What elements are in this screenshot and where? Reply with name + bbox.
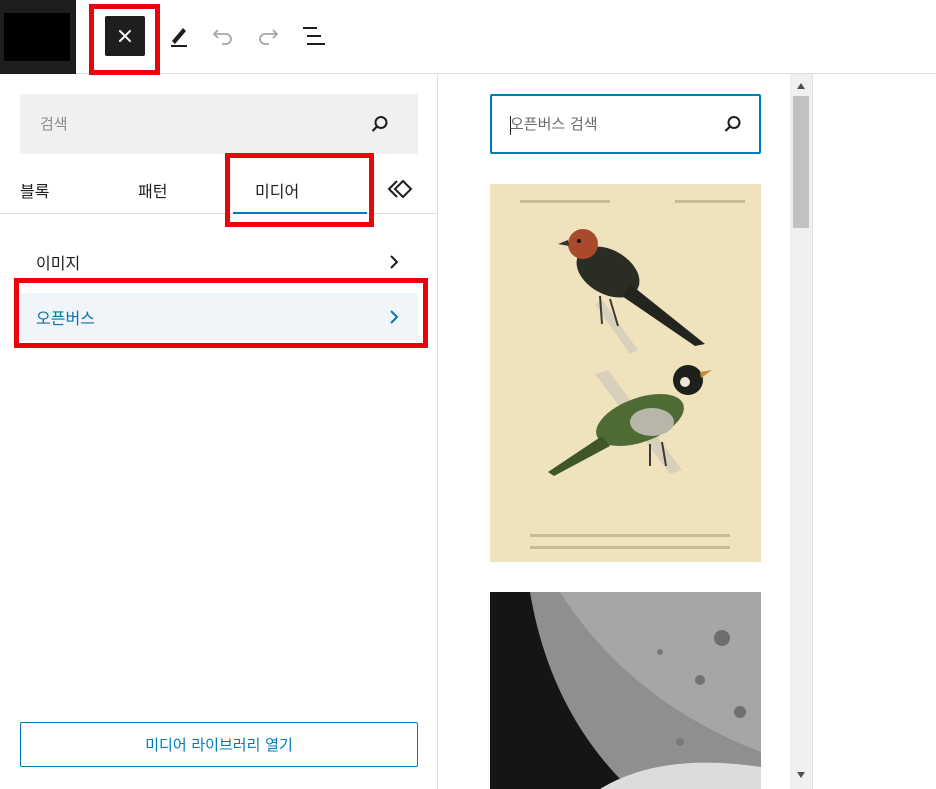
site-logo-icon [4, 13, 70, 61]
media-results-panel [439, 74, 812, 789]
redo-icon [259, 29, 279, 45]
pencil-icon [171, 28, 187, 47]
close-inserter-button[interactable] [105, 16, 145, 56]
tab-patterns[interactable]: 패턴 [138, 166, 167, 214]
tab-blocks[interactable]: 블록 [20, 166, 49, 214]
moon-surface-image [490, 592, 761, 789]
top-toolbar [0, 0, 936, 74]
birds-illustration-image [490, 184, 761, 562]
open-media-library-button[interactable]: 미디어 라이브러리 열기 [20, 722, 418, 767]
media-category-images-label: 이미지 [36, 254, 81, 273]
list-view-icon [303, 27, 325, 45]
tab-media[interactable]: 미디어 [233, 166, 367, 214]
list-view-button[interactable] [297, 20, 329, 52]
tab-reusable[interactable] [386, 178, 418, 202]
scrollbar-thumb[interactable] [793, 96, 809, 228]
inserter-search [20, 94, 418, 154]
search-icon [724, 116, 741, 132]
inserter-tabs: 블록 패턴 미디어 [0, 166, 438, 214]
tab-blocks-label: 블록 [20, 182, 50, 201]
close-icon [119, 30, 131, 42]
media-result-moon-photo[interactable] [490, 592, 761, 789]
media-category-images[interactable]: 이미지 [20, 238, 418, 286]
media-category-openverse-label: 오픈버스 [36, 309, 95, 328]
search-icon [371, 116, 388, 132]
text-caret [510, 116, 511, 135]
tab-patterns-label: 패턴 [138, 182, 168, 201]
openverse-search [490, 94, 761, 154]
redo-button[interactable] [252, 20, 284, 52]
chevron-right-icon [390, 310, 399, 324]
reusable-blocks-icon [387, 179, 413, 199]
chevron-right-icon [390, 255, 399, 269]
tab-media-label: 미디어 [255, 182, 300, 201]
block-inserter-panel: 블록 패턴 미디어 이미지 오픈버스 미디어 라이브러리 열기 [0, 74, 438, 789]
edit-tool-button[interactable] [162, 20, 194, 52]
scroll-up-arrow-icon[interactable] [796, 82, 806, 90]
editor-canvas-edge [812, 74, 936, 789]
scroll-down-arrow-icon[interactable] [796, 771, 806, 779]
undo-button[interactable] [207, 20, 239, 52]
media-panel-scrollbar[interactable] [790, 74, 812, 789]
media-category-openverse[interactable]: 오픈버스 [20, 293, 418, 341]
undo-icon [212, 29, 232, 45]
media-result-birds-illustration[interactable] [490, 184, 761, 562]
site-logo-button[interactable] [0, 0, 76, 74]
openverse-search-input[interactable] [492, 96, 712, 152]
inserter-search-input[interactable] [20, 94, 360, 154]
